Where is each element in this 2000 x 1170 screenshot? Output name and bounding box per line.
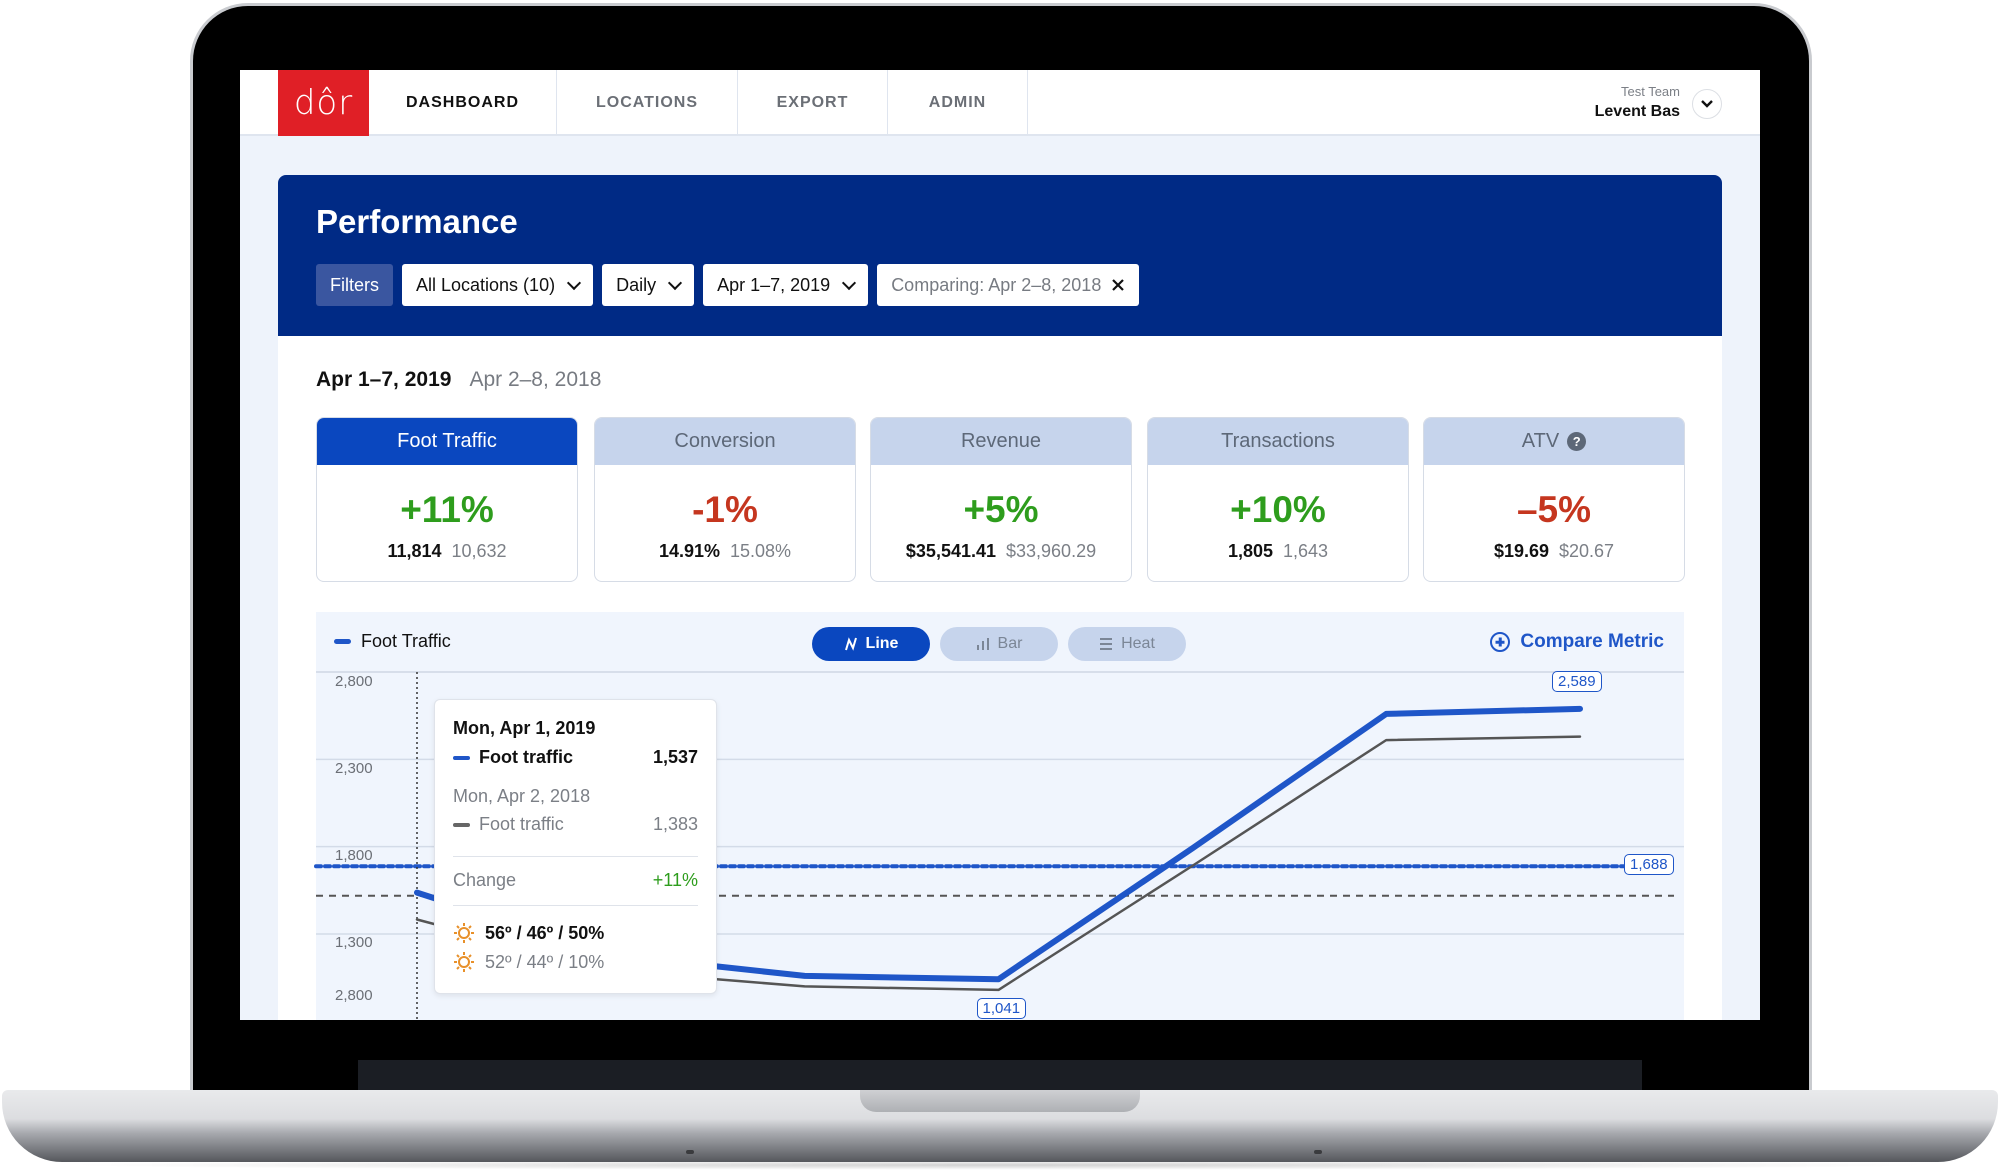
y-tick-label: 1,800 <box>335 847 373 864</box>
tooltip-change-label: Change <box>453 870 517 890</box>
y-tick-label: 2,300 <box>335 760 373 777</box>
laptop-notch <box>860 1090 1140 1112</box>
sun-icon <box>454 952 474 972</box>
tooltip-current-label: Foot traffic <box>479 747 573 767</box>
laptop-foot <box>1314 1150 1322 1154</box>
tooltip-weather-current: 56º / 46º / 50% <box>453 922 698 944</box>
data-label: 2,589 <box>1552 670 1602 692</box>
series-swatch <box>453 755 470 760</box>
screen: dôr DASHBOARD LOCATIONS EXPORT ADMIN Tes… <box>240 70 1760 1020</box>
reference-label: 1,688 <box>1624 854 1674 876</box>
y-tick-label: 1,300 <box>335 934 373 951</box>
tooltip-current-value: 1,537 <box>652 747 698 767</box>
tooltip-weather-previous: 52º / 44º / 10% <box>453 951 698 973</box>
y-tick-label: 2,800 <box>335 987 373 1004</box>
laptop-foot <box>686 1150 694 1154</box>
data-label: 1,041 <box>976 997 1027 1019</box>
tooltip-change-value: +11% <box>652 870 698 890</box>
weather-previous-text: 52º / 44º / 10% <box>485 951 605 972</box>
tooltip-previous-label: Foot traffic <box>479 814 564 834</box>
tooltip-current-row: Foot traffic 1,537 <box>453 747 698 768</box>
chart-tooltip: Mon, Apr 1, 2019 Foot traffic 1,537 Mon,… <box>434 699 717 994</box>
sun-icon <box>454 923 474 943</box>
tooltip-divider <box>453 856 698 857</box>
tooltip-current-date: Mon, Apr 1, 2019 <box>453 718 596 738</box>
tooltip-previous-date-text: Mon, Apr 2, 2018 <box>453 786 591 806</box>
tooltip-previous-row: Foot traffic 1,383 <box>453 814 698 835</box>
weather-current-text: 56º / 46º / 50% <box>485 922 605 943</box>
tooltip-previous-date: Mon, Apr 2, 2018 <box>453 786 698 807</box>
laptop-hinge <box>358 1060 1642 1090</box>
tooltip-previous-value: 1,383 <box>652 814 698 834</box>
series-swatch <box>453 822 470 827</box>
y-tick-label: 2,800 <box>335 673 373 690</box>
tooltip-divider <box>453 905 698 906</box>
tooltip-change-row: Change +11% <box>453 870 698 891</box>
